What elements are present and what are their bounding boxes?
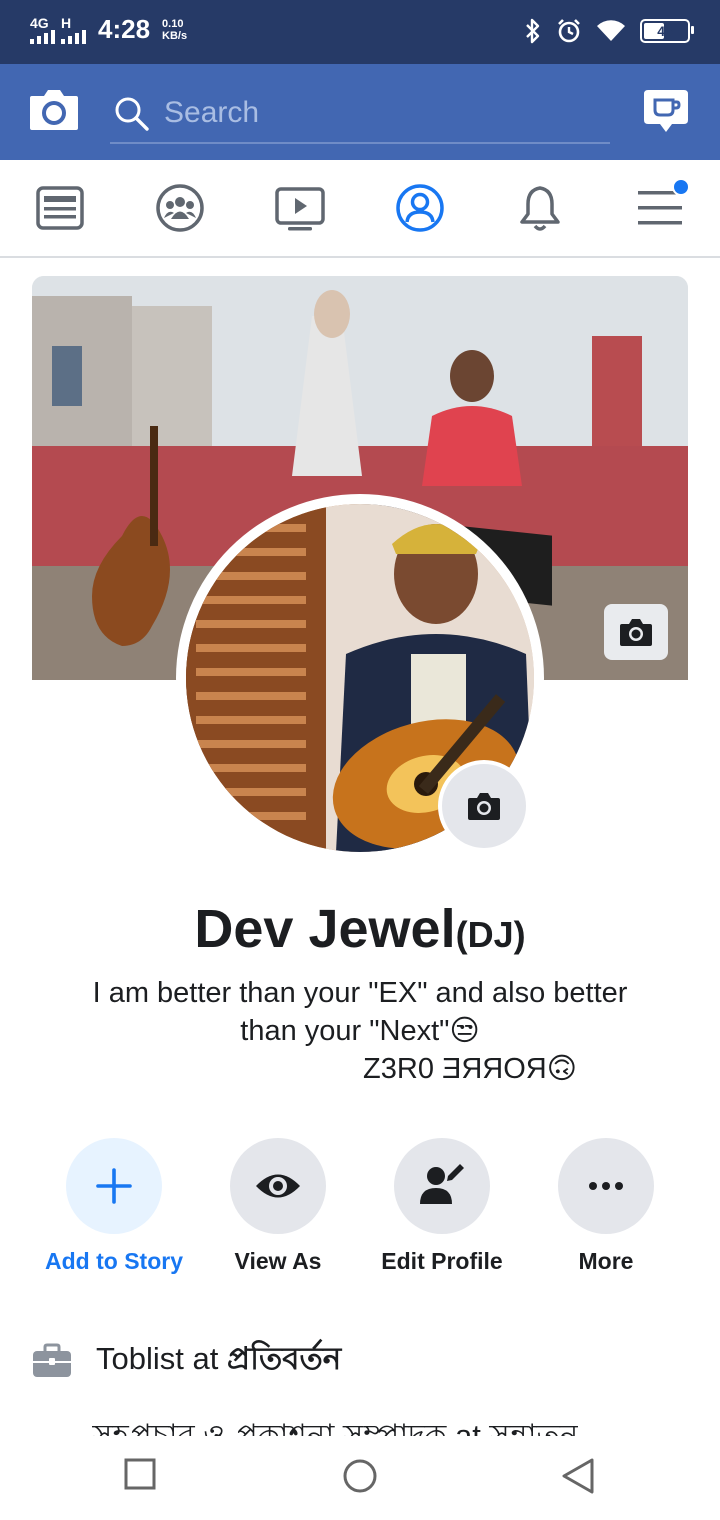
watch-video-icon xyxy=(275,187,325,231)
camera-icon xyxy=(468,793,500,820)
tab-notifications[interactable] xyxy=(514,182,566,234)
bell-icon xyxy=(520,186,560,231)
profile-name: Dev Jewel(DJ) xyxy=(0,898,720,960)
camera-icon xyxy=(30,90,78,130)
add-to-story-label: Add to Story xyxy=(45,1248,183,1274)
network-type-label-2: H xyxy=(61,14,72,31)
more-label: More xyxy=(578,1248,634,1274)
edit-profile-picture-button[interactable] xyxy=(438,760,530,852)
groups-icon xyxy=(156,184,204,232)
back-button[interactable] xyxy=(560,1458,596,1494)
messenger-button[interactable] xyxy=(642,88,690,136)
network-speed: 0.10 KB/s xyxy=(162,18,187,42)
network-type-label: 4G xyxy=(30,14,49,31)
search-input[interactable]: Search xyxy=(164,96,259,130)
messenger-icon xyxy=(644,90,688,132)
view-as-button[interactable]: View As xyxy=(198,1138,358,1275)
edit-profile-icon xyxy=(420,1164,464,1204)
plus-icon xyxy=(96,1168,132,1204)
clock: 4:28 xyxy=(98,14,151,44)
work-text: Toblist at প্রতিবর্তন xyxy=(96,1335,341,1387)
more-button[interactable]: More xyxy=(526,1138,686,1275)
edit-profile-button[interactable]: Edit Profile xyxy=(362,1138,522,1275)
battery-indicator: 45 xyxy=(640,19,694,43)
tab-news-feed[interactable] xyxy=(34,182,86,234)
briefcase-icon xyxy=(33,1343,71,1377)
status-left: 4G H 4:28 0.10 KB/s xyxy=(30,14,187,45)
work-prefix: Toblist at xyxy=(96,1341,227,1376)
profile-picture-frame xyxy=(176,494,544,862)
work-organization: প্রতিবর্তন xyxy=(226,1341,342,1376)
profile-bio: I am better than your "EX" and also bett… xyxy=(40,974,680,1088)
battery-level: 45 xyxy=(657,23,673,39)
network-speed-unit: KB/s xyxy=(162,29,188,42)
more-icon xyxy=(589,1182,623,1190)
profile-name-text: Dev Jewel xyxy=(194,899,456,959)
notification-dot xyxy=(672,178,690,196)
bio-line-2: than your "Next"😒 xyxy=(240,1015,480,1047)
tab-watch[interactable] xyxy=(274,182,326,234)
system-navigation-bar xyxy=(0,1436,720,1520)
eye-icon xyxy=(256,1174,300,1198)
profile-icon xyxy=(396,184,444,232)
add-to-story-button[interactable]: Add to Story xyxy=(34,1138,194,1275)
search-bar[interactable]: Search xyxy=(110,84,610,144)
add-to-story-circle[interactable] xyxy=(66,1138,162,1234)
status-right: 45 xyxy=(524,18,694,44)
tab-profile[interactable] xyxy=(394,182,446,234)
edit-profile-label: Edit Profile xyxy=(381,1248,503,1274)
camera-button[interactable] xyxy=(28,86,80,134)
search-icon xyxy=(115,97,149,131)
view-as-label: View As xyxy=(234,1248,322,1274)
tab-menu[interactable] xyxy=(634,178,690,234)
status-bar: 4G H 4:28 0.10 KB/s 45 xyxy=(0,0,720,64)
edit-cover-photo-button[interactable] xyxy=(604,604,668,660)
work-item[interactable]: Toblist at প্রতিবর্তন xyxy=(32,1336,692,1386)
home-button[interactable] xyxy=(342,1458,378,1494)
more-circle[interactable] xyxy=(558,1138,654,1234)
profile-nickname: (DJ) xyxy=(455,914,526,955)
bio-line-3: Z3R0 ƎЯЯOЯ🙃 xyxy=(363,1053,577,1085)
bio-line-1: I am better than your "EX" and also bett… xyxy=(92,977,628,1009)
recent-apps-button[interactable] xyxy=(124,1458,156,1490)
alarm-icon xyxy=(558,19,580,43)
view-as-circle[interactable] xyxy=(230,1138,326,1234)
camera-icon xyxy=(620,619,652,646)
news-feed-icon xyxy=(36,186,84,230)
network-signal-2: H xyxy=(61,16,86,44)
profile-actions: Add to Story View As Edit Profile More xyxy=(0,1138,720,1288)
wifi-icon xyxy=(597,20,625,41)
bluetooth-icon xyxy=(526,18,540,44)
app-bar: Search xyxy=(0,64,720,160)
tab-groups[interactable] xyxy=(154,182,206,234)
network-signal-1: 4G xyxy=(30,16,55,44)
tab-bar xyxy=(0,160,720,258)
edit-profile-circle[interactable] xyxy=(394,1138,490,1234)
network-speed-value: 0.10 xyxy=(162,17,184,30)
